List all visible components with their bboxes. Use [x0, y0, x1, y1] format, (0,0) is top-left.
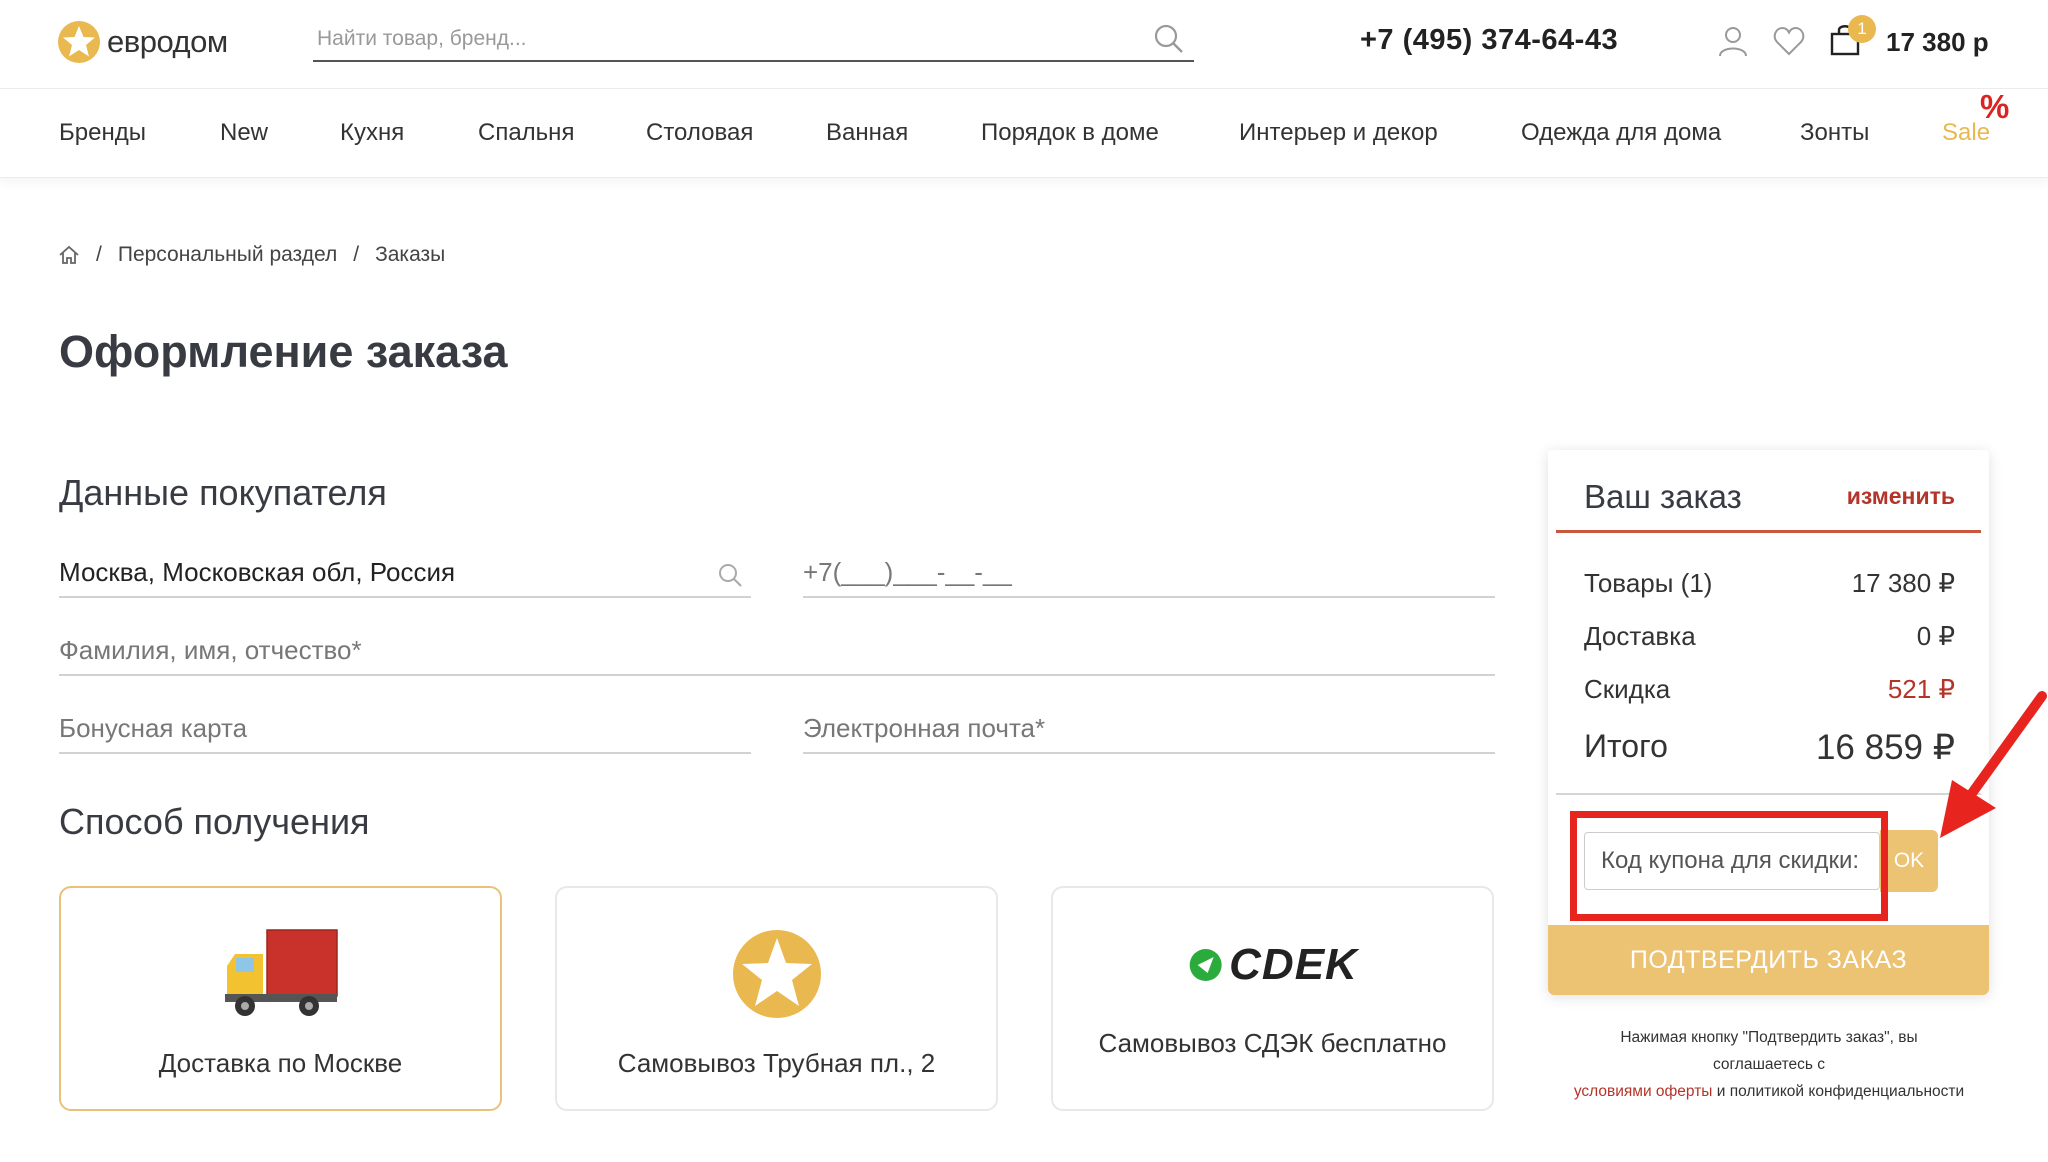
summary-row-discount: Скидка 521 ₽	[1584, 674, 1955, 705]
delivery-option-label: Самовывоз СДЭК бесплатно	[1098, 1028, 1447, 1058]
main-nav: Бренды New Кухня Спальня Столовая Ванная…	[0, 89, 2048, 178]
page-title: Оформление заказа	[59, 326, 508, 377]
breadcrumb-item-orders[interactable]: Заказы	[375, 243, 445, 267]
fullname-field	[59, 618, 1495, 676]
breadcrumb-item-personal[interactable]: Персональный раздел	[118, 243, 337, 267]
home-icon[interactable]	[58, 244, 80, 266]
nav-item-dining[interactable]: Столовая	[646, 119, 753, 147]
user-icon[interactable]	[1716, 24, 1750, 58]
bonus-card-field	[59, 696, 751, 754]
nav-item-brands[interactable]: Бренды	[59, 119, 146, 147]
delivery-option-moscow[interactable]: Доставка по Москве	[59, 886, 502, 1111]
search-bar	[313, 20, 1194, 62]
breadcrumb-separator: /	[96, 243, 102, 266]
summary-row-total: Итого 16 859 ₽	[1584, 728, 1955, 768]
phone-input[interactable]	[803, 540, 1495, 594]
sale-percent-badge: %	[1980, 88, 2010, 125]
summary-row-items: Товары (1) 17 380 ₽	[1584, 568, 1955, 599]
city-search-icon[interactable]	[717, 562, 743, 588]
nav-item-home-order[interactable]: Порядок в доме	[981, 119, 1159, 147]
legal-line: Нажимая кнопку "Подтвердить заказ", вы	[1620, 1029, 1918, 1046]
delivery-option-label: Доставка по Москве	[158, 1048, 403, 1078]
nav-item-kitchen[interactable]: Кухня	[340, 119, 404, 147]
nav-item-bathroom[interactable]: Ванная	[826, 119, 908, 147]
summary-divider	[1556, 530, 1981, 533]
nav-item-interior[interactable]: Интерьер и декор	[1239, 119, 1438, 147]
delivery-option-label: Самовывоз Трубная пл., 2	[617, 1048, 936, 1078]
offer-terms-link[interactable]: условиями оферты	[1574, 1083, 1713, 1100]
star-logo-icon	[58, 21, 100, 63]
cdek-logo: СDEK	[1187, 940, 1358, 990]
site-header: евродом +7 (495) 374-64-43 1 17 380 р	[0, 0, 2048, 89]
delivery-option-pickup-trubnaya[interactable]: Самовывоз Трубная пл., 2	[555, 886, 998, 1111]
coupon-highlight-box	[1570, 811, 1888, 921]
nav-item-new[interactable]: New	[220, 119, 268, 147]
search-icon[interactable]	[1152, 22, 1186, 56]
cart-sum[interactable]: 17 380 р	[1886, 27, 1989, 58]
nav-item-umbrellas[interactable]: Зонты	[1800, 119, 1869, 147]
city-field	[59, 540, 751, 598]
arrow-annotation-icon	[1940, 691, 2047, 838]
legal-line: условиями оферты и политикой конфиденциа…	[1546, 1078, 1992, 1105]
order-summary-title: Ваш заказ	[1584, 478, 1742, 515]
city-input[interactable]	[59, 540, 751, 594]
email-input[interactable]	[803, 696, 1495, 750]
privacy-policy-text[interactable]: и политикой конфиденциальности	[1712, 1083, 1964, 1100]
email-field	[803, 696, 1495, 754]
summary-row-label: Доставка	[1584, 621, 1696, 651]
logo-text: евродом	[107, 24, 228, 59]
fullname-input[interactable]	[59, 618, 1495, 672]
delivery-section-title: Способ получения	[59, 801, 370, 842]
buyer-section-title: Данные покупателя	[59, 472, 387, 513]
breadcrumb-separator: /	[353, 243, 360, 266]
summary-divider	[1556, 793, 1981, 795]
logo[interactable]: евродом	[57, 20, 228, 64]
star-logo-icon	[732, 930, 821, 1018]
nav-item-home-clothes[interactable]: Одежда для дома	[1521, 119, 1721, 147]
summary-row-value: 17 380 ₽	[1851, 568, 1955, 598]
cdek-logo-text: СDEK	[1229, 940, 1358, 989]
edit-order-link[interactable]: изменить	[1847, 483, 1955, 510]
heart-icon[interactable]	[1772, 24, 1806, 58]
bonus-card-input[interactable]	[59, 696, 751, 750]
summary-total-label: Итого	[1584, 728, 1668, 764]
cart-count-badge: 1	[1848, 15, 1876, 43]
summary-row-label: Товары (1)	[1584, 568, 1713, 598]
truck-icon	[224, 929, 338, 1016]
search-input[interactable]	[313, 20, 1133, 58]
phone-number[interactable]: +7 (495) 374-64-43	[1360, 24, 1618, 57]
cdek-leaf-icon	[1189, 949, 1222, 981]
phone-field	[803, 540, 1495, 598]
delivery-option-pickup-cdek[interactable]: СDEK Самовывоз СДЭК бесплатно	[1051, 886, 1494, 1111]
breadcrumb: / Персональный раздел / Заказы	[58, 243, 445, 267]
legal-notice: Нажимая кнопку "Подтвердить заказ", вы с…	[1546, 1024, 1992, 1105]
confirm-order-button[interactable]: ПОДТВЕРДИТЬ ЗАКАЗ	[1548, 925, 1989, 995]
legal-line: соглашаетесь с	[1712, 1056, 1826, 1073]
nav-item-bedroom[interactable]: Спальня	[478, 119, 574, 147]
summary-row-value: 0 ₽	[1916, 621, 1955, 651]
summary-row-label: Скидка	[1584, 674, 1671, 704]
summary-row-delivery: Доставка 0 ₽	[1584, 621, 1955, 652]
